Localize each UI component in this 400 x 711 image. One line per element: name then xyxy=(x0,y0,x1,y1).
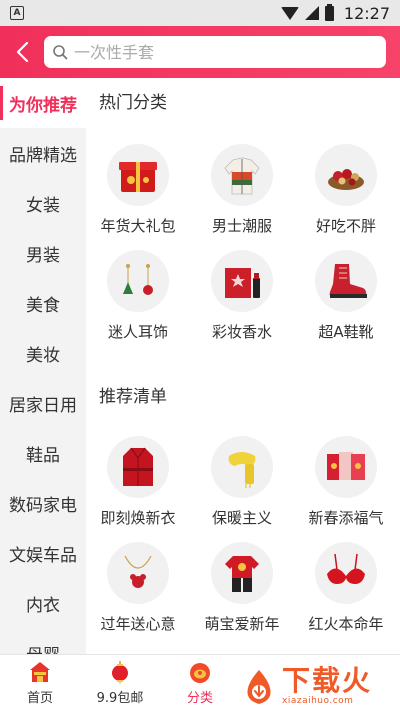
category-sidebar: 为你推荐 品牌精选 女装 男装 美食 美妆 居家日用 鞋品 数码家电 文娱车品 … xyxy=(0,78,86,654)
search-box[interactable] xyxy=(44,36,386,68)
list-spring-blessing[interactable]: 新春添福气 xyxy=(294,436,398,528)
section-title-hot: 热门分类 xyxy=(99,93,167,113)
section-title-recommended: 推荐清单 xyxy=(99,387,167,407)
list-new-clothes[interactable]: 即刻焕新衣 xyxy=(86,436,190,528)
category-makeup-perfume[interactable]: 彩妆香水 xyxy=(190,250,294,342)
home-icon xyxy=(30,662,50,682)
lantern-icon xyxy=(112,661,128,684)
battery-icon xyxy=(324,3,334,21)
sidebar-item-beauty[interactable]: 美妆 xyxy=(0,328,86,378)
sidebar-item-food[interactable]: 美食 xyxy=(0,278,86,328)
nav-category[interactable]: 分类 xyxy=(160,655,240,711)
perfume-icon xyxy=(225,268,260,298)
category-mens-fashion[interactable]: 男士潮服 xyxy=(190,144,294,236)
red-bra-icon xyxy=(327,553,365,584)
list-baby-new-year[interactable]: 萌宝爱新年 xyxy=(190,542,294,634)
nav-home[interactable]: 首页 xyxy=(0,655,80,711)
search-icon xyxy=(53,45,68,60)
sidebar-item-entertainment[interactable]: 文娱车品 xyxy=(0,528,86,578)
sidebar-item-recommended[interactable]: 为你推荐 xyxy=(0,78,86,128)
necklace-icon xyxy=(124,555,152,588)
gift-box-icon xyxy=(119,162,157,192)
recommended-list-grid: 即刻焕新衣 保暖主义 新春添福气 过年送心意 萌宝爱新年 红火本命年 xyxy=(86,436,400,634)
sidebar-item-womens[interactable]: 女装 xyxy=(0,178,86,228)
category-healthy-snacks[interactable]: 好吃不胖 xyxy=(294,144,398,236)
header xyxy=(0,26,400,78)
status-bar: A 12:27 xyxy=(0,0,400,26)
jacket-icon xyxy=(224,157,260,195)
sidebar-item-baby[interactable]: 母婴 xyxy=(0,628,86,655)
category-content: 热门分类 年货大礼包 男士潮服 好吃不胖 迷人耳饰 彩妆香水 超A鞋靴 推荐清单… xyxy=(86,78,400,654)
red-envelope-icon xyxy=(327,452,365,480)
back-button[interactable] xyxy=(0,26,44,78)
sidebar-item-home[interactable]: 居家日用 xyxy=(0,378,86,428)
category-earrings[interactable]: 迷人耳饰 xyxy=(86,250,190,342)
sidebar-item-shoes[interactable]: 鞋品 xyxy=(0,428,86,478)
watermark-logo: 下载火 xiazaihuo.com xyxy=(240,662,400,711)
red-coat-icon xyxy=(123,447,153,486)
search-input[interactable] xyxy=(74,42,364,62)
list-zodiac-year[interactable]: 红火本命年 xyxy=(294,542,398,634)
wifi-icon xyxy=(280,6,299,20)
sidebar-item-electronics[interactable]: 数码家电 xyxy=(0,478,86,528)
list-new-year-gift[interactable]: 过年送心意 xyxy=(86,542,190,634)
category-shoes-boots[interactable]: 超A鞋靴 xyxy=(294,250,398,342)
chevron-left-icon xyxy=(16,41,29,63)
nav-free-shipping[interactable]: 9.9包邮 xyxy=(80,655,160,711)
notification-a-icon: A xyxy=(10,6,24,20)
sidebar-item-underwear[interactable]: 内衣 xyxy=(0,578,86,628)
sidebar-item-mens[interactable]: 男装 xyxy=(0,228,86,278)
category-icon xyxy=(190,663,210,683)
signal-icon xyxy=(304,6,319,20)
category-gift-pack[interactable]: 年货大礼包 xyxy=(86,144,190,236)
boot-icon xyxy=(329,264,367,298)
hot-category-grid: 年货大礼包 男士潮服 好吃不胖 迷人耳饰 彩妆香水 超A鞋靴 xyxy=(86,144,400,342)
flame-logo-icon xyxy=(247,669,271,704)
status-time: 12:27 xyxy=(343,3,390,23)
sidebar-item-brands[interactable]: 品牌精选 xyxy=(0,128,86,178)
scarf-icon xyxy=(228,452,256,488)
baby-outfit-icon xyxy=(225,556,259,592)
earrings-icon xyxy=(123,264,153,295)
snacks-icon xyxy=(328,169,364,190)
list-keep-warm[interactable]: 保暖主义 xyxy=(190,436,294,528)
status-indicators: 12:27 xyxy=(280,3,390,23)
